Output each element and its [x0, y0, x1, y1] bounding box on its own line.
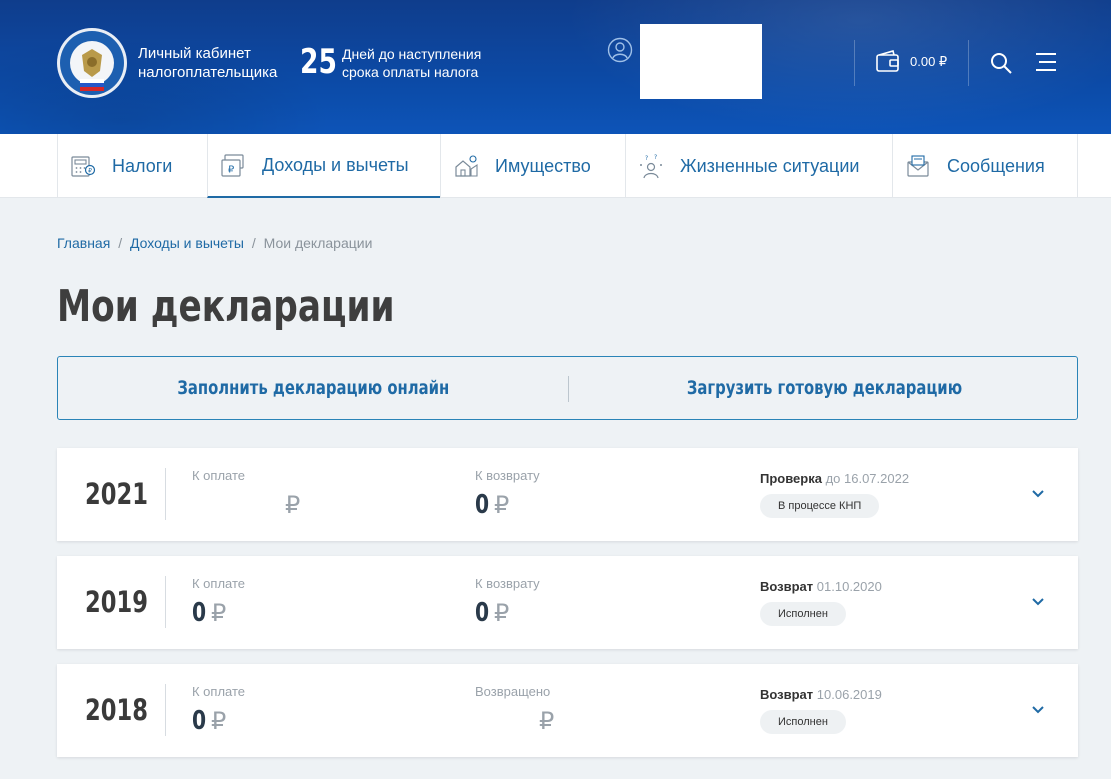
- to-pay-amount: 0: [192, 598, 207, 628]
- header-divider: [854, 40, 855, 86]
- status-type: Возврат: [760, 579, 814, 594]
- nav-label: Жизненные ситуации: [680, 155, 860, 176]
- wallet-icon[interactable]: [875, 50, 901, 74]
- breadcrumb-current: Мои декларации: [263, 235, 373, 251]
- chevron-down-icon[interactable]: [1031, 486, 1045, 500]
- main-navigation: ₽ Налоги ₽ Доходы и вычеты Имущество ? ?…: [0, 134, 1111, 198]
- nav-label: Доходы и вычеты: [262, 154, 409, 175]
- declaration-actions: Заполнить декларацию онлайн Загрузить го…: [57, 356, 1078, 420]
- to-pay-label: К оплате: [192, 576, 246, 591]
- calculator-icon: ₽: [71, 156, 96, 177]
- status-date: 10.06.2019: [816, 687, 882, 702]
- refund-amount: 0: [475, 490, 490, 520]
- card-divider: [165, 468, 166, 520]
- ruble-sign: ₽: [285, 491, 301, 519]
- refund-label: К возврату: [475, 468, 540, 483]
- card-divider: [165, 576, 166, 628]
- refunded-label: Возвращено: [475, 684, 551, 699]
- upload-declaration-button[interactable]: Загрузить готовую декларацию: [569, 357, 1079, 419]
- status-title: Возврат 01.10.2020: [760, 579, 882, 594]
- upload-declaration-label: Загрузить готовую декларацию: [686, 377, 962, 399]
- to-pay-label: К оплате: [192, 684, 246, 699]
- breadcrumb-home-link[interactable]: Главная: [57, 235, 110, 251]
- search-icon[interactable]: [989, 51, 1013, 75]
- declaration-card-2019[interactable]: 2019 К оплате 0 ₽ К возврату 0 ₽ Возврат…: [57, 556, 1078, 649]
- status-title: Проверка до 16.07.2022: [760, 471, 909, 486]
- declaration-year: 2019: [85, 585, 148, 619]
- svg-text:₽: ₽: [88, 168, 92, 175]
- status-badge: Исполнен: [760, 602, 846, 626]
- refund-label: К возврату: [475, 576, 540, 591]
- fill-online-label: Заполнить декларацию онлайн: [177, 377, 449, 399]
- status-type: Возврат: [760, 687, 814, 702]
- to-pay-amount: 0: [192, 706, 207, 736]
- declaration-year: 2018: [85, 693, 148, 727]
- breadcrumb-separator: /: [118, 235, 123, 251]
- site-header: Личный кабинет налогоплательщика 25 Дней…: [0, 0, 1111, 134]
- svg-text:?: ?: [654, 154, 657, 161]
- ruble-sign: ₽: [211, 707, 227, 735]
- cabinet-title[interactable]: Личный кабинет налогоплательщика: [138, 44, 298, 82]
- nav-label: Налоги: [112, 155, 173, 176]
- declaration-card-2021[interactable]: 2021 К оплате ₽ К возврату 0 ₽ Проверка …: [57, 448, 1078, 541]
- status-date: до 16.07.2022: [825, 471, 910, 486]
- refund-amount: 0: [475, 598, 490, 628]
- svg-text:?: ?: [645, 155, 648, 162]
- status-date: 01.10.2020: [816, 579, 882, 594]
- breadcrumb-separator: /: [251, 235, 256, 251]
- ruble-sign: ₽: [494, 491, 510, 519]
- days-text-line1: Дней до наступления: [342, 46, 482, 62]
- header-divider: [968, 40, 969, 86]
- status-title: Возврат 10.06.2019: [760, 687, 882, 702]
- nav-item-income-deductions[interactable]: ₽ Доходы и вычеты: [207, 134, 440, 198]
- card-divider: [165, 684, 166, 736]
- nav-item-messages[interactable]: Сообщения: [892, 134, 1077, 198]
- nav-divider: [1077, 134, 1078, 198]
- user-profile-icon[interactable]: [607, 37, 633, 63]
- ruble-sign: ₽: [211, 599, 227, 627]
- days-text-line2: срока оплаты налога: [342, 64, 479, 80]
- page-title: Мои декларации: [57, 281, 395, 332]
- nav-item-taxes[interactable]: ₽ Налоги: [57, 134, 207, 198]
- cabinet-title-line1: Личный кабинет: [138, 45, 251, 62]
- chevron-down-icon[interactable]: [1031, 594, 1045, 608]
- status-badge: В процессе КНП: [760, 494, 880, 518]
- property-icon: [455, 155, 478, 177]
- ruble-sign: ₽: [539, 707, 555, 735]
- nav-item-life-situations[interactable]: ? ? Жизненные ситуации: [625, 134, 892, 198]
- fill-online-button[interactable]: Заполнить декларацию онлайн: [58, 357, 568, 419]
- status-type: Проверка: [760, 471, 822, 486]
- ruble-documents-icon: ₽: [221, 154, 244, 177]
- status-badge: Исполнен: [760, 710, 846, 734]
- nav-label: Имущество: [495, 155, 591, 176]
- user-name-box[interactable]: [640, 24, 762, 99]
- breadcrumb-income-link[interactable]: Доходы и вычеты: [130, 235, 244, 251]
- days-until-payment-text: Дней до наступления срока оплаты налога: [342, 45, 512, 81]
- declaration-year: 2021: [85, 477, 148, 511]
- ruble-sign: ₽: [494, 599, 510, 627]
- person-ideas-icon: ? ?: [640, 154, 662, 179]
- nav-label: Сообщения: [947, 155, 1045, 176]
- fns-emblem-logo[interactable]: [56, 27, 128, 99]
- hamburger-menu-icon[interactable]: [1035, 52, 1057, 72]
- days-until-payment-count: 25: [300, 42, 337, 82]
- nav-item-property[interactable]: Имущество: [440, 134, 625, 198]
- envelope-icon: [907, 155, 929, 177]
- cabinet-title-line2: налогоплательщика: [138, 64, 278, 81]
- chevron-down-icon[interactable]: [1031, 702, 1045, 716]
- breadcrumb: Главная / Доходы и вычеты / Мои декларац…: [57, 235, 372, 251]
- to-pay-label: К оплате: [192, 468, 246, 483]
- declaration-card-2018[interactable]: 2018 К оплате 0 ₽ Возвращено ₽ Возврат 1…: [57, 664, 1078, 757]
- svg-text:₽: ₽: [228, 165, 235, 176]
- balance-amount[interactable]: 0.00 ₽: [910, 54, 947, 70]
